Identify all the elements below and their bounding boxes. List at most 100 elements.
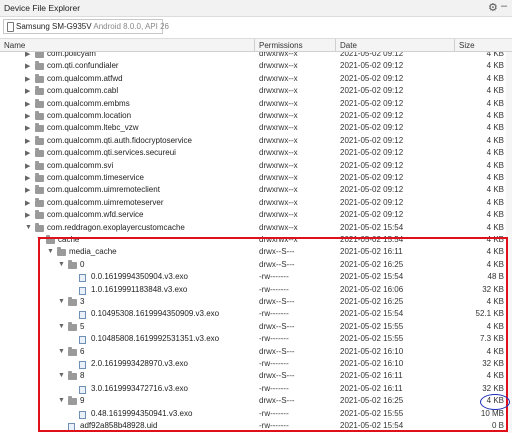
row-date: 2021-05-02 15:55 <box>340 321 404 331</box>
column-name-header[interactable]: Name <box>4 41 25 50</box>
tree-row[interactable]: ▼ com.reddragon.exoplayercustomcache drwxr… <box>0 222 512 234</box>
row-date: 2021-05-02 16:10 <box>340 346 404 356</box>
tree-row[interactable]: adf92a858b48928.uid -rw------- 2021-05-02 … <box>0 420 512 432</box>
row-name: com.qualcomm.qti.auth.fidocryptoservice <box>47 135 192 145</box>
tree-row[interactable]: ▶ com.qualcomm.ltebc_vzw drwxrwx--x 2021-05… <box>0 122 512 134</box>
tree-row[interactable]: 2.0.1619993428970.v3.exo -rw------- 2021-0… <box>0 358 512 370</box>
tree-row[interactable]: ▼ 5 drwx--S--- 2021-05-02 15:55 4 KB <box>0 321 512 333</box>
row-date: 2021-05-02 09:12 <box>340 185 404 195</box>
row-name: com.qualcomm.embms <box>47 98 130 108</box>
row-size: 32 KB <box>482 284 504 294</box>
tree-row[interactable]: ▶ com.qualcomm.uimremoteclient drwxrwx--x 2… <box>0 184 512 196</box>
tree-row[interactable]: 1.0.1619991183848.v3.exo -rw------- 2021-0… <box>0 284 512 296</box>
expand-arrow-icon[interactable]: ▶ <box>25 149 30 157</box>
collapse-arrow-icon[interactable]: ▼ <box>36 236 43 243</box>
collapse-arrow-icon[interactable]: ▼ <box>58 261 65 268</box>
row-permissions: drwx--S--- <box>259 259 295 269</box>
tree-row[interactable]: ▶ com.qualcomm.cabl drwxrwx--x 2021-05-02 0… <box>0 85 512 97</box>
row-permissions: drwxrwx--x <box>259 173 298 182</box>
tree-row[interactable]: ▶ com.qualcomm.location drwxrwx--x 2021-05-… <box>0 110 512 122</box>
tree-row[interactable]: ▼ 3 drwx--S--- 2021-05-02 16:25 4 KB <box>0 296 512 308</box>
expand-arrow-icon[interactable]: ▶ <box>25 75 30 83</box>
tree-row[interactable]: ▶ com.qualcomm.atfwd drwxrwx--x 2021-05-02 … <box>0 73 512 85</box>
vertical-scrollbar[interactable] <box>506 52 512 433</box>
tree-row[interactable]: ▶ com.qualcomm.qti.services.secureui drwxr… <box>0 147 512 159</box>
row-name: com.qualcomm.ltebc_vzw <box>47 123 139 133</box>
expand-arrow-icon[interactable]: ▶ <box>25 199 30 207</box>
expand-arrow-icon[interactable]: ▶ <box>25 112 30 120</box>
row-size: 48 B <box>487 272 504 282</box>
row-permissions: drwxrwx--x <box>259 98 298 108</box>
row-name: 3 <box>80 297 85 306</box>
tree-row[interactable]: 0.10495308.1619994350909.v3.exo -rw------… <box>0 308 512 320</box>
tree-row[interactable]: ▶ com.qualcomm.qti.auth.fidocryptoservice… <box>0 135 512 147</box>
expand-arrow-icon[interactable]: ▶ <box>25 162 30 170</box>
column-size-header[interactable]: Size <box>459 41 475 50</box>
tree-row[interactable]: ▶ com.qualcomm.uimremoteserver drwxrwx--x 2… <box>0 197 512 209</box>
row-name: com.qualcomm.cabl <box>47 86 119 96</box>
row-date: 2021-05-02 09:12 <box>340 111 404 120</box>
tree-row[interactable]: ▼ media_cache drwx--S--- 2021-05-02 16:11 4 … <box>0 246 512 258</box>
tree-row[interactable]: 0.10485808.1619992531351.v3.exo -rw------… <box>0 333 512 345</box>
row-date: 2021-05-02 09:12 <box>340 135 404 145</box>
collapse-arrow-icon[interactable]: ▼ <box>25 224 32 231</box>
row-size: 4 KB <box>486 222 504 232</box>
tree-row[interactable]: ▶ com.qti.confundialer drwxrwx--x 2021-05-0… <box>0 60 512 72</box>
expand-arrow-icon[interactable]: ▶ <box>25 137 30 145</box>
gear-icon[interactable]: ⚙ <box>488 1 498 14</box>
expand-arrow-icon[interactable]: ▶ <box>25 87 30 95</box>
row-size: 32 KB <box>482 359 504 368</box>
tree-row[interactable]: 3.0.1619993472716.v3.exo -rw------- 2021-0… <box>0 383 512 395</box>
row-date: 2021-05-02 15:54 <box>340 309 404 319</box>
row-date: 2021-05-02 09:12 <box>340 148 404 158</box>
expand-arrow-icon[interactable]: ▶ <box>25 124 30 132</box>
expand-arrow-icon[interactable]: ▶ <box>25 100 30 108</box>
row-name: 1.0.1619991183848.v3.exo <box>91 284 188 294</box>
column-date-header[interactable]: Date <box>340 41 357 50</box>
row-date: 2021-05-02 09:12 <box>340 73 404 83</box>
row-size: 4 KB <box>486 135 504 145</box>
expand-arrow-icon[interactable]: ▶ <box>25 174 30 182</box>
tree-row[interactable]: ▼ cache drwxrwx--x 2021-05-02 15:54 4 KB <box>0 234 512 246</box>
row-permissions: -rw------- <box>259 383 289 393</box>
row-name: com.qualcomm.uimremoteclient <box>47 185 160 195</box>
tree-row[interactable]: ▼ 9 drwx--S--- 2021-05-02 16:25 4 KB <box>0 395 512 407</box>
collapse-arrow-icon[interactable]: ▼ <box>58 348 65 355</box>
tree-row[interactable]: ▶ com.policyam drwxrwx--x 2021-05-02 09:12 4… <box>0 52 512 60</box>
device-selector[interactable]: Samsung SM-G935V Android 8.0.0, API 26 <box>3 19 169 34</box>
tree-row[interactable]: ▼ 0 drwx--S--- 2021-05-02 16:25 4 KB <box>0 259 512 271</box>
row-date: 2021-05-02 16:25 <box>340 259 404 269</box>
column-permissions-header[interactable]: Permissions <box>259 41 303 50</box>
row-name: 8 <box>80 371 85 381</box>
row-size: 4 KB <box>486 197 504 207</box>
row-name: 5 <box>80 321 85 331</box>
column-divider[interactable] <box>254 39 255 52</box>
column-divider[interactable] <box>335 39 336 52</box>
row-permissions: -rw------- <box>259 309 289 319</box>
collapse-arrow-icon[interactable]: ▼ <box>58 298 65 305</box>
tree-row[interactable]: ▶ com.qualcomm.svi drwxrwx--x 2021-05-02 09… <box>0 160 512 172</box>
tree-row[interactable]: 0.0.1619994350904.v3.exo -rw------- 2021-0… <box>0 271 512 283</box>
tree-row[interactable]: 0.48.1619994350941.v3.exo -rw------- 2021-… <box>0 408 512 420</box>
tree-row[interactable]: ▼ 6 drwx--S--- 2021-05-02 16:10 4 KB <box>0 346 512 358</box>
expand-arrow-icon[interactable]: ▶ <box>25 62 30 70</box>
collapse-arrow-icon[interactable]: ▼ <box>58 397 65 404</box>
expand-arrow-icon[interactable]: ▶ <box>25 186 30 194</box>
collapse-arrow-icon[interactable]: ▼ <box>47 248 54 255</box>
row-size: 4 KB <box>486 123 504 133</box>
row-date: 2021-05-02 16:11 <box>340 371 403 381</box>
tree-row[interactable]: ▶ com.qualcomm.timeservice drwxrwx--x 2021-… <box>0 172 512 184</box>
expand-arrow-icon[interactable]: ▶ <box>25 52 30 58</box>
expand-arrow-icon[interactable]: ▶ <box>25 211 30 219</box>
row-name: cache <box>58 235 80 244</box>
tree-row[interactable]: ▶ com.qualcomm.embms drwxrwx--x 2021-05-02 … <box>0 98 512 110</box>
row-date: 2021-05-02 09:12 <box>340 197 404 207</box>
tree-row[interactable]: ▶ com.qualcomm.wfd.service drwxrwx--x 2021-… <box>0 209 512 221</box>
row-size: 4 KB <box>486 111 504 120</box>
row-size: 4 KB <box>486 371 504 381</box>
column-divider[interactable] <box>454 39 455 52</box>
tree-row[interactable]: ▼ 8 drwx--S--- 2021-05-02 16:11 4 KB <box>0 370 512 382</box>
collapse-arrow-icon[interactable]: ▼ <box>58 323 65 330</box>
minimize-icon[interactable]: – <box>501 0 507 12</box>
collapse-arrow-icon[interactable]: ▼ <box>58 372 65 379</box>
